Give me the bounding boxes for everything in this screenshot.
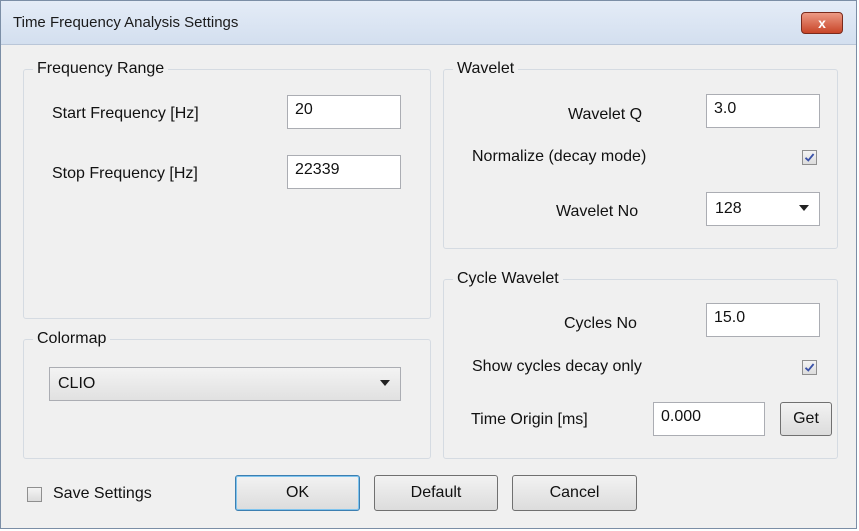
colormap-legend: Colormap [33, 330, 111, 348]
colormap-value: CLIO [58, 375, 96, 392]
wavelet-q-label: Wavelet Q [568, 106, 643, 123]
normalize-label: Normalize (decay mode) [472, 148, 647, 165]
start-frequency-input[interactable]: 20 [287, 95, 401, 129]
colormap-select[interactable]: CLIO [49, 367, 401, 401]
wavelet-no-value: 128 [715, 200, 742, 217]
show-cycles-decay-label: Show cycles decay only [472, 358, 642, 375]
wavelet-no-label: Wavelet No [556, 203, 639, 220]
cancel-button[interactable]: Cancel [512, 475, 637, 511]
get-button[interactable]: Get [780, 402, 832, 436]
chevron-down-icon [799, 205, 809, 211]
cycle-wavelet-legend: Cycle Wavelet [453, 270, 563, 288]
time-origin-input[interactable]: 0.000 [653, 402, 765, 436]
title-bar: Time Frequency Analysis Settings x [1, 1, 856, 45]
start-frequency-label: Start Frequency [Hz] [52, 105, 199, 122]
close-icon: x [818, 15, 826, 31]
normalize-checkbox[interactable] [802, 150, 817, 165]
cycles-no-label: Cycles No [564, 315, 637, 332]
window-title: Time Frequency Analysis Settings [13, 14, 239, 31]
dialog-window: Time Frequency Analysis Settings x Frequ… [0, 0, 857, 529]
cycles-no-input[interactable]: 15.0 [706, 303, 820, 337]
show-cycles-decay-checkbox[interactable] [802, 360, 817, 375]
time-origin-label: Time Origin [ms] [471, 411, 588, 428]
save-settings-label: Save Settings [53, 485, 152, 502]
check-icon [804, 153, 815, 162]
default-button[interactable]: Default [374, 475, 498, 511]
wavelet-legend: Wavelet [453, 60, 519, 78]
frequency-range-legend: Frequency Range [33, 60, 169, 78]
close-button[interactable]: x [801, 12, 843, 34]
save-settings-checkbox[interactable] [27, 487, 42, 502]
check-icon [804, 363, 815, 372]
wavelet-no-select[interactable]: 128 [706, 192, 820, 226]
stop-frequency-label: Stop Frequency [Hz] [52, 165, 198, 182]
chevron-down-icon [380, 380, 390, 386]
ok-button[interactable]: OK [235, 475, 360, 511]
dialog-content: Frequency Range Start Frequency [Hz] 20 … [1, 45, 856, 530]
stop-frequency-input[interactable]: 22339 [287, 155, 401, 189]
wavelet-q-input[interactable]: 3.0 [706, 94, 820, 128]
